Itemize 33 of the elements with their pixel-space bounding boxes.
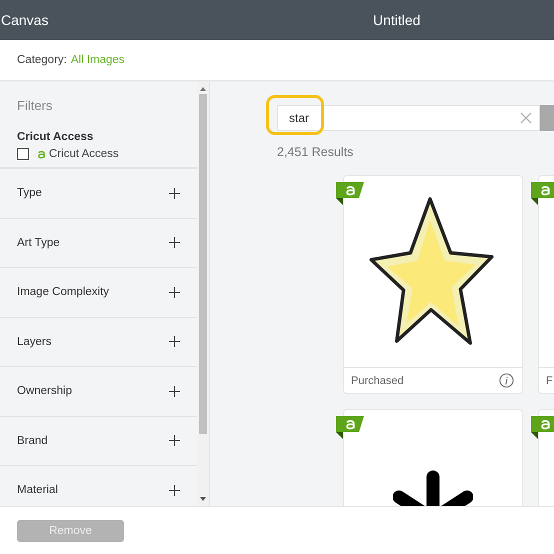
status-label: Purchased: [351, 374, 404, 386]
category-label: Category:: [17, 54, 67, 66]
filter-group-heading: Cricut Access: [17, 131, 94, 143]
image-card[interactable]: Purchased: [343, 175, 523, 394]
results-count: 2,451 Results: [277, 145, 354, 159]
access-logo-icon: [37, 150, 46, 158]
image-card[interactable]: F: [538, 175, 554, 394]
checkbox[interactable]: [17, 148, 29, 160]
info-icon[interactable]: [499, 373, 514, 388]
expand-icon[interactable]: [169, 435, 180, 446]
checkbox-label[interactable]: Cricut Access: [37, 148, 119, 160]
filter-group-label[interactable]: Art Type: [17, 236, 60, 249]
filter-group-label[interactable]: Material: [17, 484, 58, 496]
search-field[interactable]: star: [277, 105, 540, 131]
filter-group-label[interactable]: Type: [17, 187, 42, 200]
expand-icon[interactable]: [169, 386, 180, 397]
scrollbar[interactable]: [197, 82, 209, 506]
expand-icon[interactable]: [169, 286, 180, 298]
document-title: Untitled: [373, 12, 420, 28]
filter-group-label[interactable]: Layers: [17, 336, 52, 348]
status-label: F: [546, 374, 553, 386]
expand-icon[interactable]: [169, 484, 180, 496]
filters-heading: Filters: [17, 98, 52, 113]
filter-group-label[interactable]: Brand: [17, 434, 48, 447]
expand-icon[interactable]: [169, 188, 180, 199]
expand-icon[interactable]: [169, 237, 180, 248]
scrollbar-thumb[interactable]: [199, 94, 208, 434]
app-name: Canvas: [0, 12, 48, 28]
scroll-up-icon[interactable]: [200, 87, 206, 91]
filter-group-label[interactable]: Ownership: [17, 385, 72, 398]
filter-group-label[interactable]: Image Complexity: [17, 286, 110, 298]
scroll-down-icon[interactable]: [200, 497, 206, 501]
expand-icon[interactable]: [169, 336, 180, 348]
